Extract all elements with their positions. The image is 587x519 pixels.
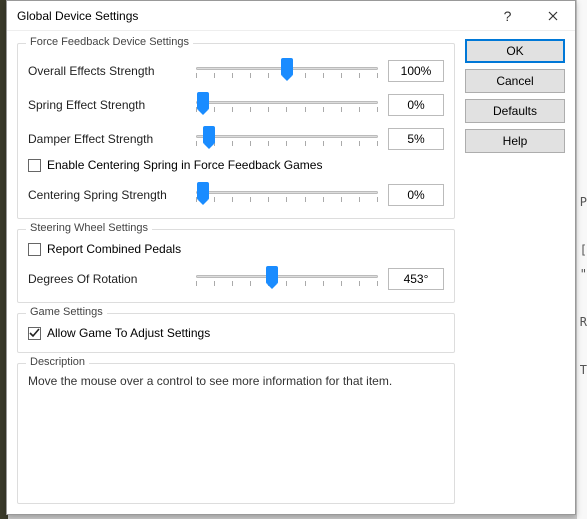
defaults-button[interactable]: Defaults xyxy=(465,99,565,123)
checkbox-label: Report Combined Pedals xyxy=(47,242,181,256)
group-game-settings: Game Settings Allow Game To Adjust Setti… xyxy=(17,313,455,353)
group-legend: Steering Wheel Settings xyxy=(26,222,152,234)
group-description: Description Move the mouse over a contro… xyxy=(17,363,455,504)
enable-centering-checkbox[interactable]: Enable Centering Spring in Force Feedbac… xyxy=(28,156,444,178)
damper-strength-label: Damper Effect Strength xyxy=(28,132,196,146)
close-icon[interactable] xyxy=(530,1,575,31)
slider-thumb[interactable] xyxy=(281,58,293,76)
cancel-button[interactable]: Cancel xyxy=(465,69,565,93)
group-legend: Description xyxy=(26,356,89,368)
checkbox-label: Enable Centering Spring in Force Feedbac… xyxy=(47,158,322,172)
overall-strength-label: Overall Effects Strength xyxy=(28,64,196,78)
slider-thumb[interactable] xyxy=(197,92,209,110)
checkbox-label: Allow Game To Adjust Settings xyxy=(47,326,210,340)
allow-game-checkbox[interactable]: Allow Game To Adjust Settings xyxy=(28,324,444,346)
group-legend: Game Settings xyxy=(26,306,107,318)
rotation-label: Degrees Of Rotation xyxy=(28,272,196,286)
help-button[interactable]: Help xyxy=(465,129,565,153)
spring-strength-slider[interactable] xyxy=(196,94,378,116)
checkbox-icon xyxy=(28,327,41,340)
ok-button[interactable]: OK xyxy=(465,39,565,63)
dialog-window: Global Device Settings ? Force Feedback … xyxy=(6,0,576,515)
centering-strength-slider[interactable] xyxy=(196,184,378,206)
damper-strength-value: 5% xyxy=(388,128,444,150)
damper-strength-slider[interactable] xyxy=(196,128,378,150)
overall-strength-value: 100% xyxy=(388,60,444,82)
checkbox-icon xyxy=(28,243,41,256)
checkbox-icon xyxy=(28,159,41,172)
group-legend: Force Feedback Device Settings xyxy=(26,36,193,48)
group-force-feedback: Force Feedback Device Settings Overall E… xyxy=(17,43,455,219)
description-text: Move the mouse over a control to see mor… xyxy=(28,374,444,388)
titlebar: Global Device Settings ? xyxy=(7,1,575,31)
overall-strength-slider[interactable] xyxy=(196,60,378,82)
window-title: Global Device Settings xyxy=(17,9,485,23)
combined-pedals-checkbox[interactable]: Report Combined Pedals xyxy=(28,240,444,262)
help-icon[interactable]: ? xyxy=(485,1,530,31)
spring-strength-label: Spring Effect Strength xyxy=(28,98,196,112)
group-steering-wheel: Steering Wheel Settings Report Combined … xyxy=(17,229,455,303)
rotation-slider[interactable] xyxy=(196,268,378,290)
slider-thumb[interactable] xyxy=(197,182,209,200)
rotation-value: 453° xyxy=(388,268,444,290)
centering-strength-label: Centering Spring Strength xyxy=(28,188,196,202)
centering-strength-value: 0% xyxy=(388,184,444,206)
slider-thumb[interactable] xyxy=(203,126,215,144)
slider-thumb[interactable] xyxy=(266,266,278,284)
spring-strength-value: 0% xyxy=(388,94,444,116)
